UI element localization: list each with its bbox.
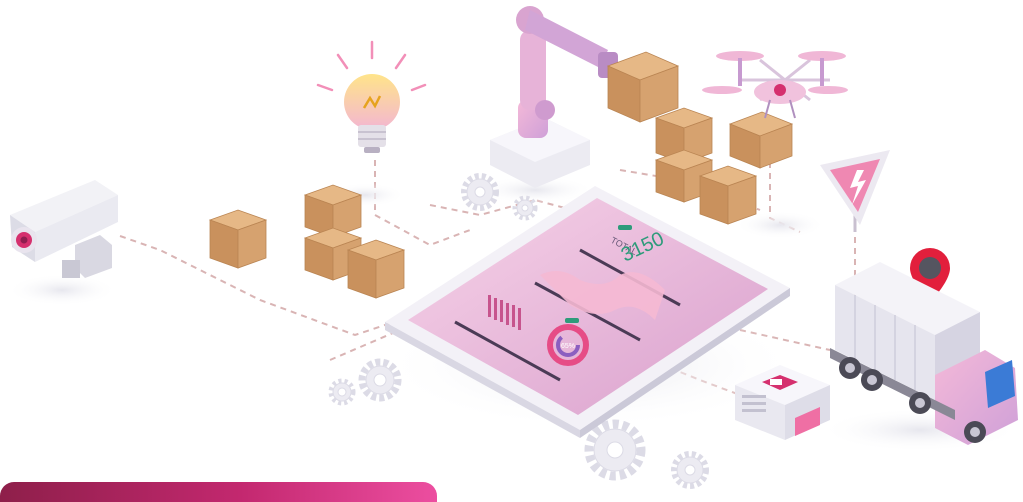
warning-sign-icon [820, 150, 890, 232]
bottom-banner [0, 482, 437, 502]
cctv-camera-icon [10, 180, 118, 278]
dashboard-donut-percent: 65% [561, 343, 575, 350]
light-bulb-icon [316, 40, 427, 153]
drone-icon [702, 51, 848, 119]
iot-logistics-illustration: TOTAL 3150 65% [7, 6, 1020, 489]
robot-arm-icon [490, 6, 618, 188]
